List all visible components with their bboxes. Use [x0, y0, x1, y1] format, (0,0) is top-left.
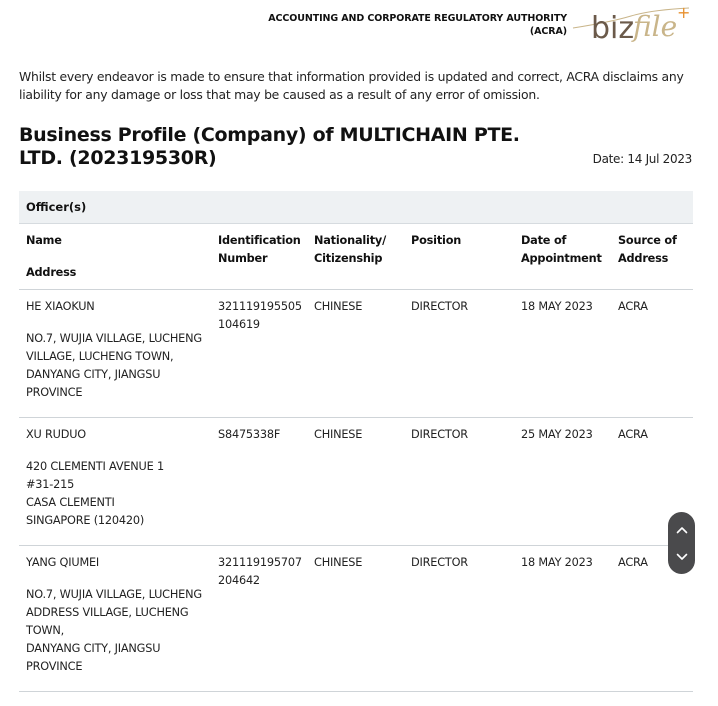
officer-nationality: CHINESE	[314, 556, 363, 569]
logo-biz: biz	[591, 11, 634, 46]
col-nationality: Nationality/ Citizenship	[314, 234, 387, 265]
officers-section-header: Officer(s)	[19, 191, 693, 224]
scroll-control	[668, 512, 695, 574]
officers-table-header: Name Address Identification Number Natio…	[19, 224, 693, 290]
authority-name: ACCOUNTING AND CORPORATE REGULATORY AUTH…	[268, 12, 567, 38]
chevron-down-icon	[676, 553, 687, 560]
chevron-up-icon	[676, 526, 687, 533]
table-row: XU RUDUO 420 CLEMENTI AVENUE 1 #31-215 C…	[19, 418, 693, 546]
disclaimer-text: Whilst every endeavor is made to ensure …	[19, 69, 684, 102]
address-line: DANYANG CITY, JIANGSU PROVINCE	[26, 368, 161, 399]
profile-date: Date: 14 Jul 2023	[592, 152, 693, 166]
address-line: #31-215	[26, 478, 75, 491]
officer-appointment-date: 25 MAY 2023	[521, 428, 593, 441]
section-title: Officer(s)	[26, 200, 87, 214]
table-row: HE XIAOKUN NO.7, WUJIA VILLAGE, LUCHENG …	[19, 290, 693, 418]
address-line: 420 CLEMENTI AVENUE 1	[26, 460, 164, 473]
officer-name: YANG QIUMEI	[26, 556, 100, 569]
col-source: Source of Address	[618, 234, 677, 265]
officer-id: S8475338F	[218, 428, 281, 441]
officer-name: XU RUDUO	[26, 428, 86, 441]
officer-id: 321119195505104619	[218, 300, 302, 331]
address-line: NO.7, WUJIA VILLAGE, LUCHENG VILLAGE, LU…	[26, 332, 202, 363]
logo-file: file	[631, 10, 677, 43]
officer-address-source: ACRA	[618, 300, 648, 313]
table-row: YANG QIUMEI NO.7, WUJIA VILLAGE, LUCHENG…	[19, 546, 693, 692]
authority-line-1: ACCOUNTING AND CORPORATE REGULATORY AUTH…	[268, 13, 567, 24]
officer-appointment-date: 18 MAY 2023	[521, 300, 593, 313]
scroll-down-button[interactable]	[668, 541, 695, 572]
officer-address: NO.7, WUJIA VILLAGE, LUCHENG VILLAGE, LU…	[26, 330, 216, 402]
officer-appointment-date: 18 MAY 2023	[521, 556, 593, 569]
officer-id: 321119195707204642	[218, 556, 302, 587]
col-name: Name	[26, 234, 62, 247]
col-address: Address	[26, 266, 77, 279]
officer-name: HE XIAOKUN	[26, 300, 95, 313]
address-line: NO.7, WUJIA VILLAGE, LUCHENG ADDRESS VIL…	[26, 588, 202, 637]
col-id: Identification Number	[218, 234, 301, 265]
address-line: SINGAPORE (120420)	[26, 514, 145, 527]
officer-address-source: ACRA	[618, 556, 648, 569]
authority-line-2: (ACRA)	[529, 26, 567, 37]
officer-address: 420 CLEMENTI AVENUE 1 #31-215 CASA CLEME…	[26, 458, 216, 530]
page-header: ACCOUNTING AND CORPORATE REGULATORY AUTH…	[0, 0, 718, 50]
col-position: Position	[411, 234, 462, 247]
col-date: Date of Appointment	[521, 234, 602, 265]
officer-address-source: ACRA	[618, 428, 648, 441]
officer-address: NO.7, WUJIA VILLAGE, LUCHENG ADDRESS VIL…	[26, 586, 216, 676]
officer-position: DIRECTOR	[411, 300, 468, 313]
address-line: CASA CLEMENTI	[26, 496, 115, 509]
bizfile-logo: biz file +	[572, 3, 690, 46]
officer-nationality: CHINESE	[314, 428, 363, 441]
address-line: DANYANG CITY, JIANGSU PROVINCE	[26, 642, 161, 673]
logo-plus: +	[677, 3, 690, 22]
page-title: Business Profile (Company) of MULTICHAIN…	[19, 124, 520, 169]
officer-position: DIRECTOR	[411, 556, 468, 569]
officer-position: DIRECTOR	[411, 428, 468, 441]
officer-nationality: CHINESE	[314, 300, 363, 313]
